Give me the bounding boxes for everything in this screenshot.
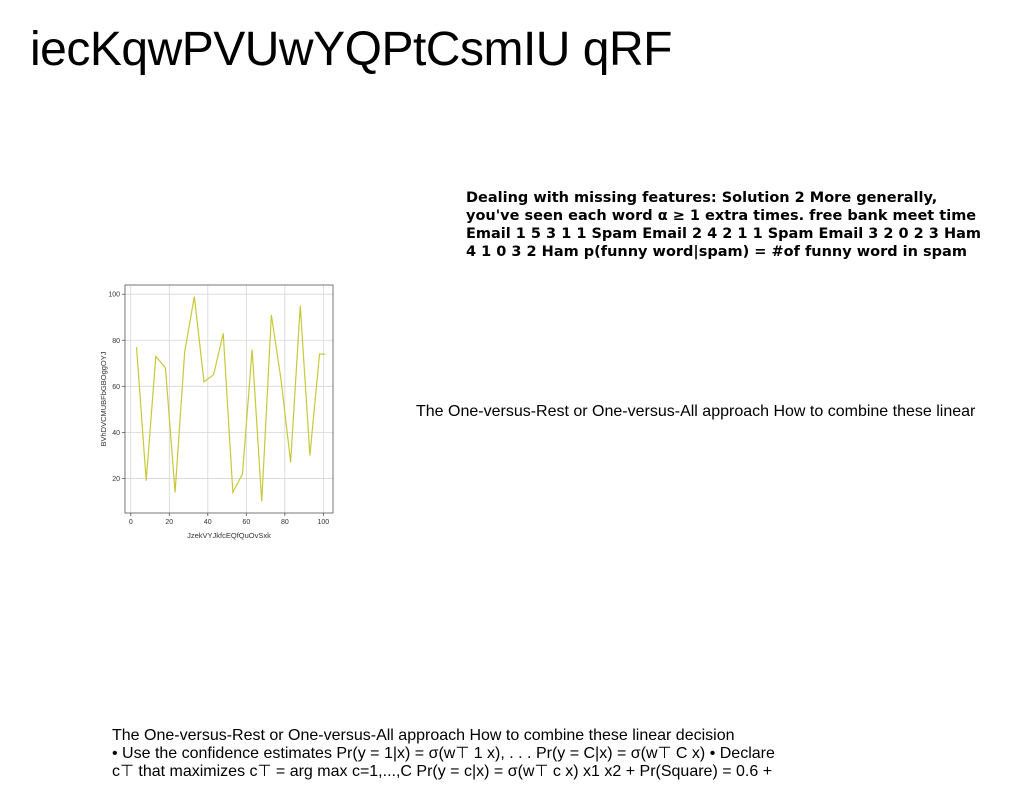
y-tick-label: 100 xyxy=(108,292,120,299)
y-tick-label: 60 xyxy=(112,384,120,391)
bottom-line: The One-versus-Rest or One-versus-All ap… xyxy=(112,727,735,744)
x-tick-label: 60 xyxy=(242,519,250,526)
y-tick-label: 20 xyxy=(112,476,120,483)
y-axis-label: BVhDVCMUBFbGBOggOYJ xyxy=(99,351,108,446)
x-tick-label: 20 xyxy=(165,519,173,526)
bottom-line: • Use the confidence estimates Pr(y = 1|… xyxy=(112,745,775,762)
x-tick-label: 0 xyxy=(129,519,133,526)
x-tick-label: 40 xyxy=(204,519,212,526)
bold-paragraph: Dealing with missing features: Solution … xyxy=(466,190,981,260)
bottom-paragraph: The One-versus-Rest or One-versus-All ap… xyxy=(112,727,792,781)
line-chart: 0 20 40 60 80 100 20 40 60 80 100 JzekVYJkfcEQfQuOv… xyxy=(95,280,345,550)
series-line xyxy=(135,296,326,502)
x-tick-label: 100 xyxy=(318,519,330,526)
y-tick-label: 40 xyxy=(112,430,120,437)
y-tick-label: 80 xyxy=(112,338,120,345)
x-tick-label: 80 xyxy=(281,519,289,526)
x-axis-label: JzekVYJkfcEQfQuOvSxk xyxy=(187,531,271,540)
chart-svg: 0 20 40 60 80 100 20 40 60 80 100 JzekVYJkfcEQfQuOv… xyxy=(99,284,334,540)
middle-text: The One-versus-Rest or One-versus-All ap… xyxy=(416,403,976,420)
bottom-line: c⊤ that maximizes c⊤ = arg max c=1,...,C… xyxy=(112,763,773,780)
page-title: iecKqwPVUwYQPtCsmIU qRF xyxy=(30,23,672,76)
